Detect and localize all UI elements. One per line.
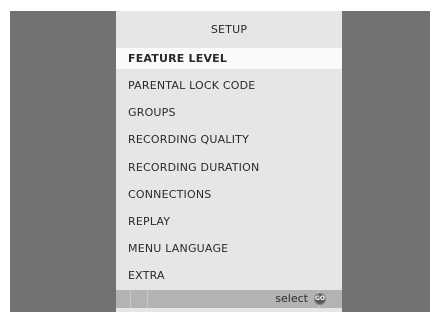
menu-item-label: FEATURE LEVEL	[128, 52, 228, 65]
menu-item-label: EXTRA	[128, 269, 165, 283]
menu-item-feature-level[interactable]: FEATURE LEVEL	[116, 48, 342, 69]
setup-menu-list: FEATURE LEVEL PARENTAL LOCK CODE GROUPS …	[116, 48, 342, 293]
menu-item-extra[interactable]: EXTRA	[116, 265, 342, 292]
menu-item-label: REPLAY	[128, 214, 171, 228]
menu-item-connections[interactable]: CONNECTIONS	[116, 184, 342, 211]
menu-item-label: CONNECTIONS	[128, 187, 212, 201]
menu-item-recording-quality[interactable]: RECORDING QUALITY	[116, 129, 342, 156]
menu-item-label: MENU LANGUAGE	[128, 242, 229, 256]
select-hint-label: select	[275, 292, 308, 305]
menu-item-recording-duration[interactable]: RECORDING DURATION	[116, 157, 342, 184]
setup-menu-panel: SETUP FEATURE LEVEL PARENTAL LOCK CODE G…	[116, 11, 342, 312]
menu-item-parental-lock-code[interactable]: PARENTAL LOCK CODE	[116, 75, 342, 102]
menu-item-label: RECORDING QUALITY	[128, 133, 249, 147]
menu-title: SETUP	[210, 23, 248, 36]
footer-divider	[130, 290, 131, 308]
go-icon[interactable]: GO	[314, 293, 326, 305]
menu-item-menu-language[interactable]: MENU LANGUAGE	[116, 238, 342, 265]
menu-item-label: RECORDING DURATION	[128, 160, 260, 174]
menu-item-replay[interactable]: REPLAY	[116, 211, 342, 238]
footer-divider	[147, 290, 148, 308]
menu-item-label: GROUPS	[128, 106, 176, 120]
menu-item-groups[interactable]: GROUPS	[116, 102, 342, 129]
menu-footer-bar: select GO	[116, 290, 342, 308]
menu-item-label: PARENTAL LOCK CODE	[128, 79, 256, 92]
